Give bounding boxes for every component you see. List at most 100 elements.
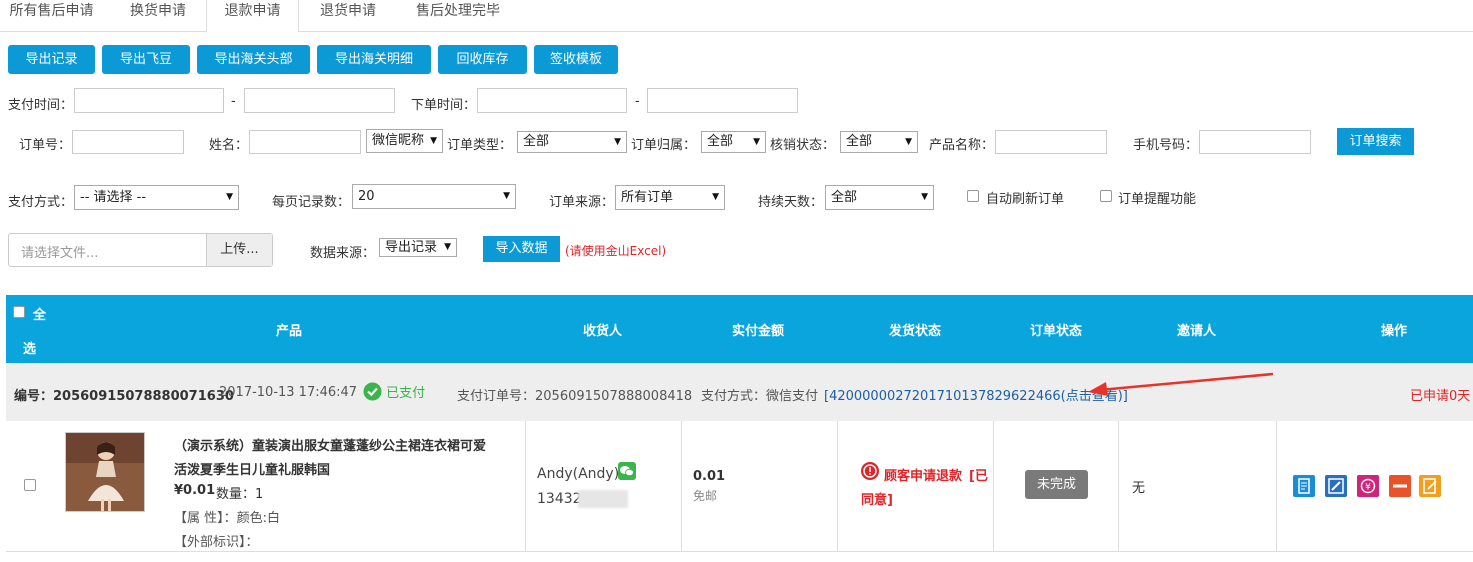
name-type-select[interactable]: 微信昵称 ▼ [366,129,443,153]
applied-days: 已申请0天 [1410,389,1471,404]
product-ext-id: 【外部标识】： [174,535,259,550]
tab-all-aftersale[interactable]: 所有售后申请 [0,0,103,32]
refund-icon[interactable]: ¥ [1357,475,1379,497]
paid-badge: 已支付 [363,382,425,401]
order-source-select[interactable]: 所有订单 ▼ [615,185,725,210]
order-type-label: 订单类型： [447,138,513,153]
pay-time-start-input[interactable] [74,88,224,113]
receiver-phone: 13432 [537,491,582,507]
chevron-down-icon: ▼ [226,192,233,202]
tab-exchange[interactable]: 换货申请 [113,0,203,32]
alert-icon [861,462,879,480]
wechat-icon [618,462,636,480]
name-input[interactable] [249,130,361,154]
chevron-down-icon: ▼ [921,192,928,202]
tab-bar: 所有售后申请 换货申请 退款申请 退货申请 售后处理完毕 [0,0,1473,33]
note-icon[interactable] [1419,475,1441,497]
verify-status-select[interactable]: 全部 ▼ [840,131,918,153]
refund-status-3: 同意] [861,493,893,508]
refund-status: 顾客申请退款 [884,469,963,484]
table-row: （演示系统）童装演出服女童蓬蓬纱公主裙连衣裙可爱 活泼夏季生日儿童礼服韩国 ¥0… [6,421,1473,552]
chevron-down-icon: ▼ [444,242,451,252]
duration-days-select[interactable]: 全部 ▼ [825,185,934,210]
recycle-stock-button[interactable]: 回收库存 [438,45,527,74]
export-records-button[interactable]: 导出记录 [8,45,95,74]
order-time-end-input[interactable] [647,88,798,113]
col-amount: 实付金额 [732,324,785,339]
product-title-line2[interactable]: 活泼夏季生日儿童礼服韩国 [174,459,330,478]
shipping-fee: 免邮 [693,489,718,503]
col-inviter: 邀请人 [1177,324,1217,339]
page-size-select[interactable]: 20 ▼ [352,184,516,209]
page-size-label: 每页记录数： [272,195,351,210]
receiver-name: Andy(Andy) [537,466,620,482]
tab-refund[interactable]: 退款申请 [206,0,299,33]
name-label: 姓名： [209,138,249,153]
phone-label: 手机号码： [1133,138,1199,153]
col-ship-status: 发货状态 [889,324,942,339]
export-customs-header-button[interactable]: 导出海关头部 [197,45,310,74]
detail-icon[interactable] [1293,475,1315,497]
select-all-label-2: 选 [23,342,37,357]
pay-time-end-input[interactable] [244,88,395,113]
chevron-down-icon: ▼ [905,137,912,147]
chevron-down-icon: ▼ [753,137,760,147]
order-remind-checkbox[interactable] [1100,190,1112,202]
order-time-start-input[interactable] [477,88,627,113]
excel-note: (请使用金山Excel) [565,244,667,258]
product-name-input[interactable] [995,130,1107,154]
order-no-input[interactable] [72,130,184,154]
order-time: 2017-10-13 17:46:47 [219,385,358,400]
row-checkbox[interactable] [24,479,36,491]
sign-template-button[interactable]: 签收模板 [534,45,618,74]
product-price: ¥0.01 [174,483,216,498]
chevron-down-icon: ▼ [503,191,510,201]
pay-method-select[interactable]: -- 请选择 -- ▼ [74,185,239,210]
phone-mask [578,490,628,508]
order-search-button[interactable]: 订单搜索 [1337,128,1414,155]
pay-order-no: 支付订单号：2056091507888008418 [457,389,693,404]
upload-button[interactable]: 上传... [206,234,272,266]
select-all-checkbox[interactable] [13,306,25,318]
order-status-badge: 未完成 [1025,470,1088,499]
data-source-select[interactable]: 导出记录 ▼ [379,238,457,257]
pay-method: 支付方式：微信支付 [701,389,819,404]
pay-method-label: 支付方式： [8,195,74,210]
order-time-label: 下单时间： [411,98,477,113]
annotation-arrow-icon [1088,372,1274,396]
col-product: 产品 [276,324,303,339]
pay-time-label: 支付时间： [8,98,74,113]
order-source-label: 订单来源： [549,195,615,210]
duration-days-label: 持续天数： [758,195,824,210]
file-placeholder: 请选择文件... [21,246,99,261]
import-data-button[interactable]: 导入数据 [483,236,560,262]
tab-return[interactable]: 退货申请 [304,0,392,32]
auto-refresh-checkbox[interactable] [967,190,979,202]
order-type-select[interactable]: 全部 ▼ [517,131,627,153]
data-source-label: 数据来源： [310,246,376,261]
refund-status-2: [已 [969,469,988,484]
auto-refresh-label: 自动刷新订单 [986,192,1065,207]
edit-icon[interactable] [1325,475,1347,497]
chevron-down-icon: ▼ [712,192,719,202]
product-attr: 【属 性】：颜色:白 [174,511,281,526]
phone-input[interactable] [1199,130,1311,154]
file-picker[interactable]: 请选择文件... 上传... [8,233,273,267]
col-receiver: 收货人 [583,324,623,339]
dash: - [231,94,236,109]
product-image[interactable] [65,432,145,512]
chevron-down-icon: ▼ [430,136,437,146]
inviter-value: 无 [1132,481,1146,496]
order-no-label: 订单号： [19,138,72,153]
export-customs-detail-button[interactable]: 导出海关明细 [317,45,431,74]
tab-completed[interactable]: 售后处理完毕 [398,0,518,32]
cancel-icon[interactable] [1389,475,1411,497]
product-thumbnail-icon [66,433,144,511]
paid-amount: 0.01 [693,469,726,484]
export-feidou-button[interactable]: 导出飞豆 [102,45,190,74]
svg-text:¥: ¥ [1365,483,1371,493]
select-all-label: 全 [33,308,47,323]
order-owner-select[interactable]: 全部 ▼ [701,131,766,153]
product-title-line1[interactable]: （演示系统）童装演出服女童蓬蓬纱公主裙连衣裙可爱 [174,435,486,454]
check-circle-icon [363,382,382,401]
